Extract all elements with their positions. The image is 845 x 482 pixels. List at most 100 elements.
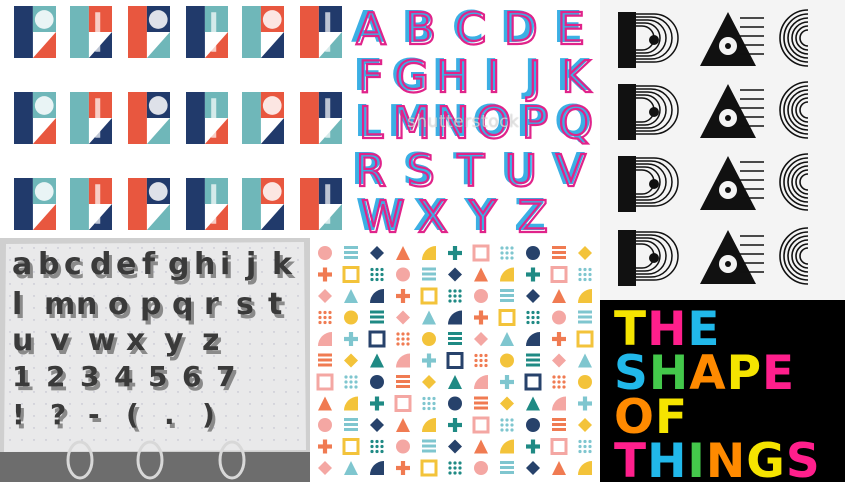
grid-dot — [177, 379, 179, 381]
icon-shape — [422, 375, 436, 389]
grid-dot — [105, 403, 107, 405]
icon-shape — [396, 293, 410, 299]
icon-dot — [536, 310, 540, 315]
sketch-glyph-7: ss — [236, 287, 257, 326]
icon-dot — [474, 363, 478, 368]
pink-triangle-icon — [474, 375, 488, 389]
icon-shape — [396, 465, 410, 471]
teal-dots-icon — [396, 246, 410, 260]
yellow-arc-icon — [472, 244, 490, 262]
glyph-G: G — [14, 6, 56, 58]
icon-stripe — [552, 246, 566, 249]
glyph-C: CC — [452, 2, 488, 56]
grid-dot — [249, 415, 251, 417]
icon-dot — [354, 385, 358, 389]
icon-stripe — [448, 337, 462, 340]
icon-shape — [448, 310, 462, 325]
glyph-face: g — [168, 247, 189, 282]
grid-dot — [297, 259, 299, 261]
grid-dot — [285, 379, 287, 381]
icon-dot — [510, 256, 514, 260]
glyph-face: n — [76, 287, 97, 322]
icon-stripe — [500, 289, 514, 292]
grid-dot — [9, 307, 11, 309]
teal-dots-icon — [526, 353, 540, 367]
icon-stripe — [318, 358, 332, 362]
icon-dot — [453, 466, 457, 470]
grid-dot — [201, 319, 203, 321]
icon-dot — [588, 444, 592, 449]
glyph-face: s — [236, 287, 254, 322]
glyph-face: d — [90, 247, 111, 282]
glyph-letter-pink: X — [418, 192, 448, 238]
pink-triangle-icon — [578, 289, 592, 303]
grid-dot — [33, 319, 35, 321]
glyph-P: PP — [516, 96, 549, 150]
teal-zigzag-icon — [474, 267, 488, 282]
icon-dot — [505, 423, 509, 427]
grid-dot — [261, 367, 263, 369]
icon-dot — [510, 251, 514, 255]
yellow-arc-icon — [474, 461, 488, 475]
icon-dot — [474, 358, 478, 363]
icon-shape — [526, 418, 540, 432]
grid-dot — [249, 439, 251, 441]
icon-dot — [448, 289, 452, 293]
grid-dot — [261, 439, 263, 441]
pink-quarter-icon — [578, 267, 592, 282]
pink-semicircle-icon — [526, 289, 540, 303]
grid-dot — [129, 439, 131, 441]
glyph-stroke — [211, 12, 217, 52]
icon-stripe — [552, 428, 566, 431]
icon-dot — [557, 385, 561, 389]
icon-shape — [550, 266, 568, 283]
orange-square-icon — [396, 267, 410, 282]
icon-dot — [500, 256, 504, 260]
glyph-G — [618, 156, 679, 212]
icon-shape — [342, 438, 360, 455]
icon-dot — [583, 439, 587, 444]
sketch-glyph-1: mm — [44, 287, 78, 326]
grid-dot — [9, 415, 11, 417]
icon-shape — [422, 246, 436, 260]
glyph-V: V — [186, 178, 228, 230]
grid-dot — [81, 403, 83, 405]
icon-dot — [479, 358, 483, 363]
pink-triangle-icon — [370, 246, 384, 260]
grid-dot — [45, 355, 47, 357]
glyph-block — [318, 178, 342, 204]
glyph-face: ! — [12, 398, 25, 431]
icon-stripe — [552, 423, 566, 426]
pink-quarter-icon — [474, 353, 488, 368]
grid-dot — [273, 403, 275, 405]
icon-shape — [474, 461, 488, 475]
icon-shape — [578, 289, 592, 303]
grid-dot — [261, 427, 263, 429]
teal-zigzag-icon — [552, 418, 566, 431]
glyph-face: b — [38, 247, 59, 282]
icon-dot — [375, 439, 379, 444]
pink-quarter-icon — [422, 396, 436, 411]
icon-dot — [479, 363, 483, 368]
icon-dot — [354, 375, 358, 379]
icon-shape — [448, 422, 462, 428]
glyph-face: t — [268, 287, 282, 322]
glyph-face: r — [204, 287, 219, 322]
icon-stripe — [526, 363, 540, 367]
icon-dot — [562, 375, 566, 379]
glyph-block — [318, 6, 342, 32]
pink-semicircle-icon — [498, 309, 516, 326]
grid-dot — [33, 427, 35, 429]
glyph-letter-pink: W — [361, 192, 405, 238]
teal-dots-icon — [318, 310, 332, 325]
grid-dot — [69, 415, 71, 417]
icon-shape — [396, 418, 410, 432]
icon-dot — [432, 406, 436, 411]
grid-dot — [297, 271, 299, 273]
grid-dot — [9, 319, 11, 321]
pink-semicircle-icon — [446, 352, 464, 369]
glyph-B — [700, 12, 764, 66]
pink-wave-icon — [318, 353, 332, 367]
teal-zigzag-icon — [370, 353, 384, 368]
grid-dot — [249, 367, 251, 369]
